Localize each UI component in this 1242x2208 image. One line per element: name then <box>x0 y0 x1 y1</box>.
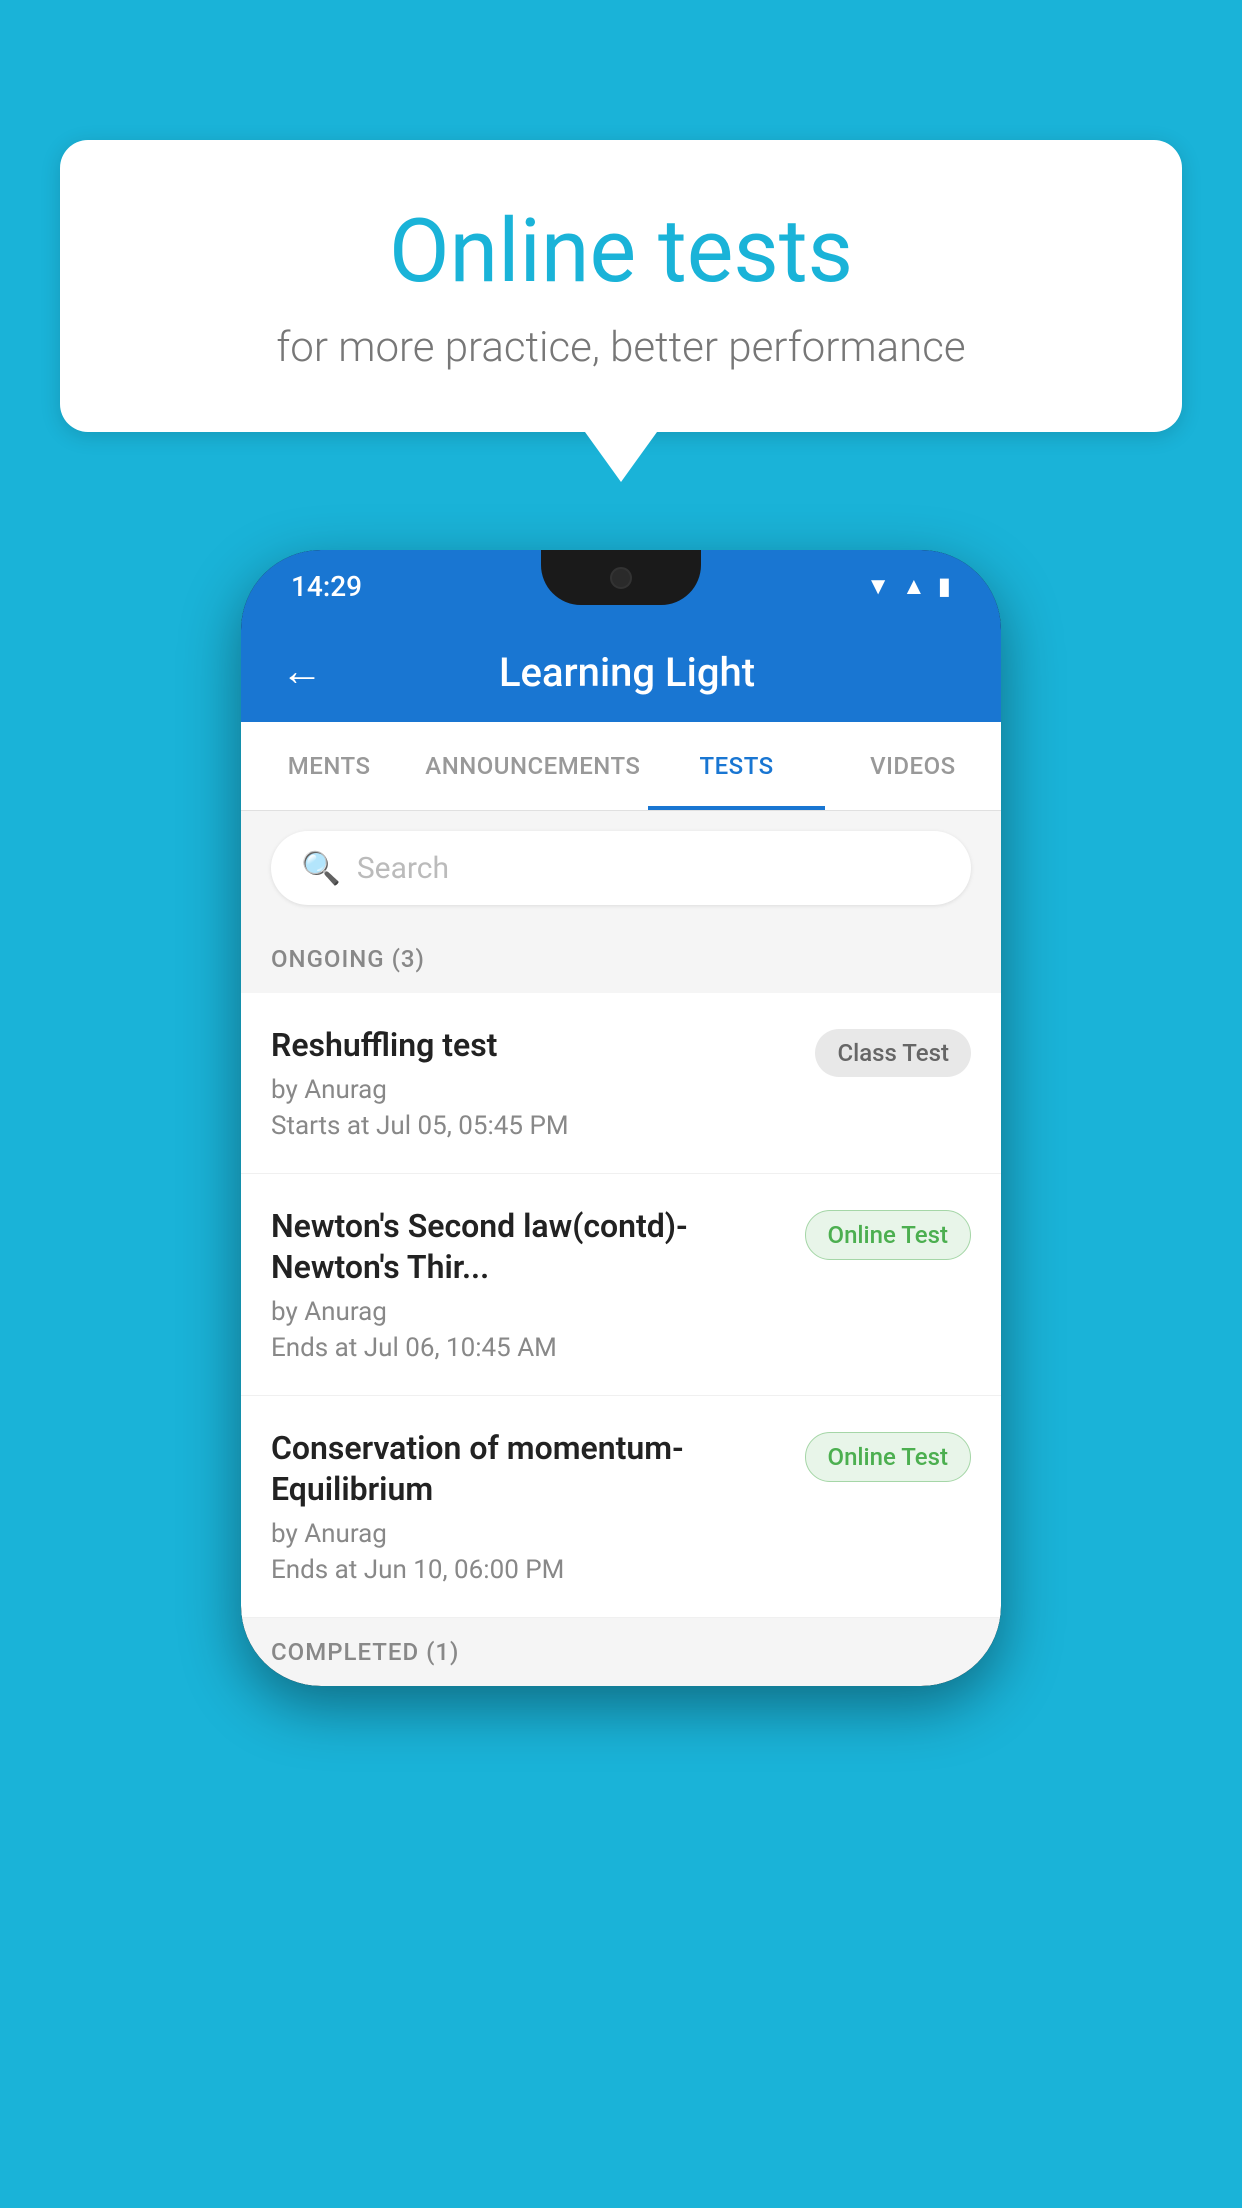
test-item-2[interactable]: Newton's Second law(contd)-Newton's Thir… <box>241 1174 1001 1396</box>
speech-bubble-section: Online tests for more practice, better p… <box>60 140 1182 482</box>
tests-list: Reshuffling test by Anurag Starts at Jul… <box>241 993 1001 1618</box>
test-time-3: Ends at Jun 10, 06:00 PM <box>271 1555 785 1585</box>
speech-bubble-tail <box>585 432 657 482</box>
test-time-1: Starts at Jul 05, 05:45 PM <box>271 1111 795 1141</box>
tab-ments[interactable]: MENTS <box>241 722 417 810</box>
test-name-1: Reshuffling test <box>271 1025 795 1067</box>
test-time-2: Ends at Jul 06, 10:45 AM <box>271 1333 785 1363</box>
test-name-3: Conservation of momentum-Equilibrium <box>271 1428 785 1511</box>
search-container: 🔍 Search <box>241 811 1001 925</box>
test-author-1: by Anurag <box>271 1075 795 1105</box>
tab-videos[interactable]: VIDEOS <box>825 722 1001 810</box>
phone-frame: 14:29 ▼ ▲ ▮ ← Learning Light MENTS ANNOU… <box>241 550 1001 1686</box>
status-icons: ▼ ▲ ▮ <box>866 572 951 601</box>
tab-announcements[interactable]: ANNOUNCEMENTS <box>417 722 648 810</box>
test-badge-3: Online Test <box>805 1432 971 1482</box>
test-badge-2: Online Test <box>805 1210 971 1260</box>
status-time: 14:29 <box>291 570 362 603</box>
phone-wrapper: 14:29 ▼ ▲ ▮ ← Learning Light MENTS ANNOU… <box>241 550 1001 1686</box>
search-bar[interactable]: 🔍 Search <box>271 831 971 905</box>
bubble-title: Online tests <box>140 200 1102 303</box>
speech-bubble: Online tests for more practice, better p… <box>60 140 1182 432</box>
battery-icon: ▮ <box>938 572 951 600</box>
test-item-1[interactable]: Reshuffling test by Anurag Starts at Jul… <box>241 993 1001 1174</box>
search-input[interactable]: Search <box>357 851 449 886</box>
completed-section-header: COMPLETED (1) <box>241 1618 1001 1686</box>
test-author-3: by Anurag <box>271 1519 785 1549</box>
test-info-1: Reshuffling test by Anurag Starts at Jul… <box>271 1025 815 1141</box>
test-info-2: Newton's Second law(contd)-Newton's Thir… <box>271 1206 805 1363</box>
bubble-subtitle: for more practice, better performance <box>140 323 1102 372</box>
test-author-2: by Anurag <box>271 1297 785 1327</box>
wifi-icon: ▼ <box>866 572 890 601</box>
ongoing-section-header: ONGOING (3) <box>241 925 1001 993</box>
test-info-3: Conservation of momentum-Equilibrium by … <box>271 1428 805 1585</box>
phone-notch <box>541 550 701 605</box>
test-name-2: Newton's Second law(contd)-Newton's Thir… <box>271 1206 785 1289</box>
camera-dot <box>610 567 632 589</box>
back-button[interactable]: ← <box>281 651 323 693</box>
test-item-3[interactable]: Conservation of momentum-Equilibrium by … <box>241 1396 1001 1618</box>
test-badge-1: Class Test <box>815 1029 971 1077</box>
app-header: ← Learning Light <box>241 622 1001 722</box>
tabs-container: MENTS ANNOUNCEMENTS TESTS VIDEOS <box>241 722 1001 811</box>
tab-tests[interactable]: TESTS <box>648 722 824 810</box>
search-icon: 🔍 <box>301 849 341 887</box>
app-title: Learning Light <box>353 649 901 696</box>
phone-screen: 14:29 ▼ ▲ ▮ ← Learning Light MENTS ANNOU… <box>241 550 1001 1686</box>
signal-icon: ▲ <box>902 572 926 601</box>
